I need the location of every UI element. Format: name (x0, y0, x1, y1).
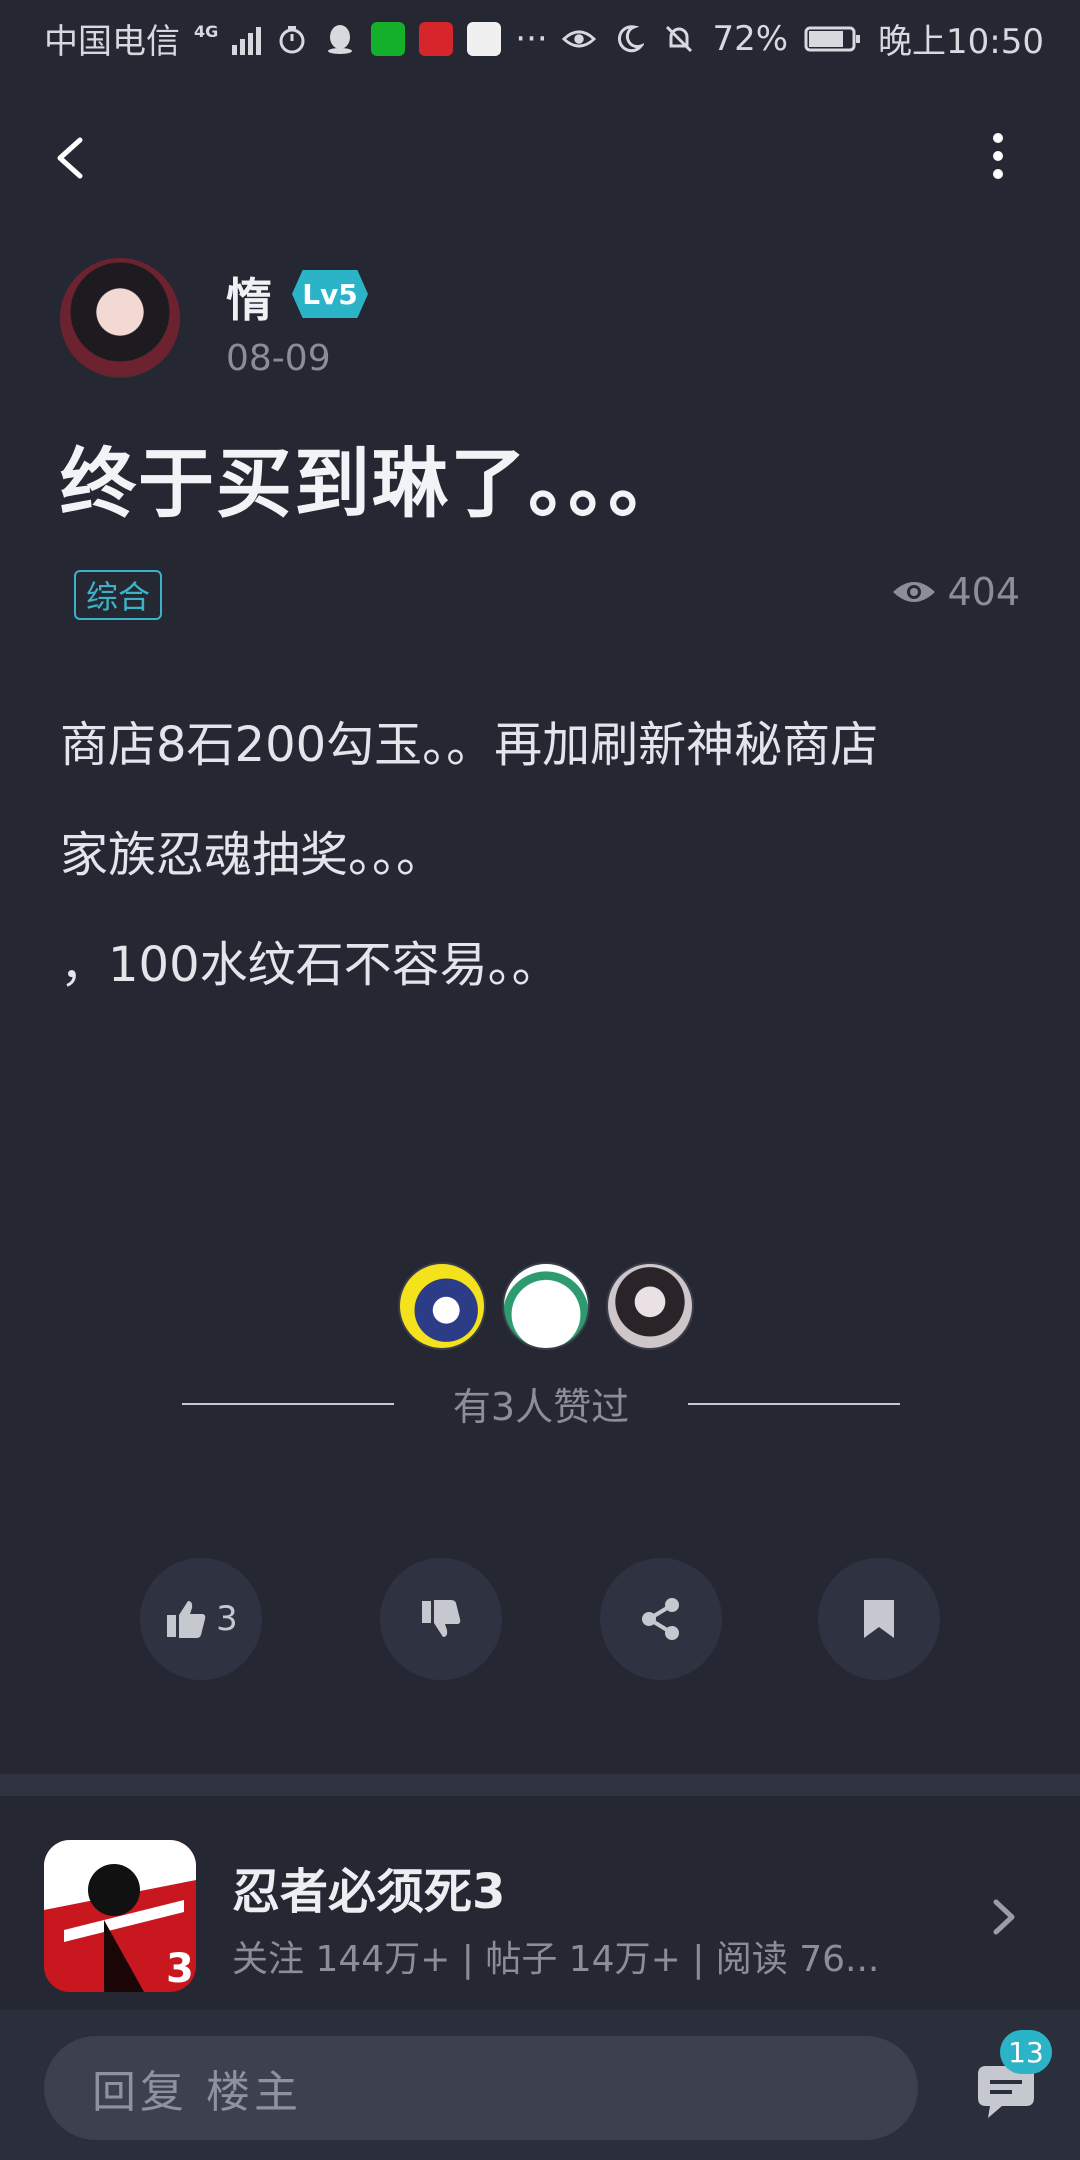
battery-icon (804, 22, 862, 56)
game-icon[interactable]: 3 (44, 1840, 196, 1992)
qidian-app-icon (419, 21, 454, 56)
post-body: 商店8石200勾玉。。再加刷新神秘商店 家族忍魂抽奖。。。 ，100水纹石不容易… (60, 690, 1020, 1020)
game-name[interactable]: 忍者必须死3 (232, 1852, 505, 1922)
iqiyi-app-icon (371, 21, 406, 56)
like-button[interactable]: 3 (140, 1558, 262, 1680)
liker-avatar[interactable] (398, 1262, 486, 1350)
likes-summary-text[interactable]: 有3人赞过 (453, 1376, 629, 1431)
eye-comfort-icon (562, 22, 597, 56)
comment-count-badge: 13 (1000, 2030, 1052, 2074)
liker-avatars (398, 1262, 694, 1350)
reply-input[interactable]: 回复 楼主 (44, 2036, 918, 2140)
section-divider (0, 1774, 1080, 1796)
likes-summary: 有3人赞过 (182, 1376, 900, 1431)
like-count: 3 (216, 1599, 238, 1639)
chevron-left-icon (57, 137, 83, 179)
level-badge: Lv5 (292, 270, 368, 318)
thumbs-up-icon (167, 1601, 206, 1638)
bookmark-button[interactable] (818, 1558, 940, 1680)
dislike-button[interactable] (380, 1558, 502, 1680)
bookmark-icon (864, 1600, 894, 1638)
mute-bell-icon (662, 22, 696, 56)
chevron-right-icon (993, 1899, 1015, 1935)
category-tag[interactable]: 综合 (74, 570, 163, 620)
author-name[interactable]: 惰 (226, 264, 272, 330)
liker-avatar[interactable] (502, 1262, 590, 1350)
liker-avatar[interactable] (606, 1262, 694, 1350)
share-button[interactable] (600, 1558, 722, 1680)
back-button[interactable] (44, 128, 104, 188)
divider-line (182, 1402, 394, 1405)
battery-percent: 72% (712, 18, 789, 59)
signal-icon (232, 23, 262, 55)
post-body-line: 商店8石200勾玉。。再加刷新神秘商店 (60, 717, 879, 773)
game-stats: 关注 144万+ | 帖子 14万+ | 阅读 76... (232, 1939, 880, 1980)
maps-app-icon (467, 21, 502, 56)
status-bar: 中国电信 4G ··· 72% 晚上10:50 (0, 0, 1080, 74)
share-icon (642, 1598, 679, 1640)
thumbs-down-icon (422, 1600, 461, 1637)
clock: 晚上10:50 (878, 22, 1044, 62)
view-count-value: 404 (947, 570, 1020, 614)
game-icon-badge: 3 (166, 1946, 194, 1992)
author-avatar[interactable] (60, 258, 180, 378)
post-date: 08-09 (226, 338, 331, 379)
eye-icon (893, 582, 936, 602)
post-body-line: 家族忍魂抽奖。。。 (60, 827, 445, 883)
more-options-button[interactable] (978, 128, 1018, 188)
view-count: 404 (891, 570, 1020, 614)
ninja-logo-icon: 3 (44, 1840, 196, 1992)
network-label: 4G (194, 22, 219, 41)
moon-icon (612, 22, 646, 56)
more-notifications-icon: ··· (515, 18, 548, 59)
post-title: 终于买到琳了。。。 (60, 439, 686, 528)
carrier-label: 中国电信 (44, 22, 180, 62)
divider-line (688, 1402, 900, 1405)
qq-icon (323, 22, 357, 56)
more-vertical-icon (993, 133, 1003, 179)
timer-icon (275, 22, 309, 56)
game-open-button[interactable] (984, 1892, 1024, 1942)
post-body-line: ，100水纹石不容易。。 (60, 937, 560, 993)
